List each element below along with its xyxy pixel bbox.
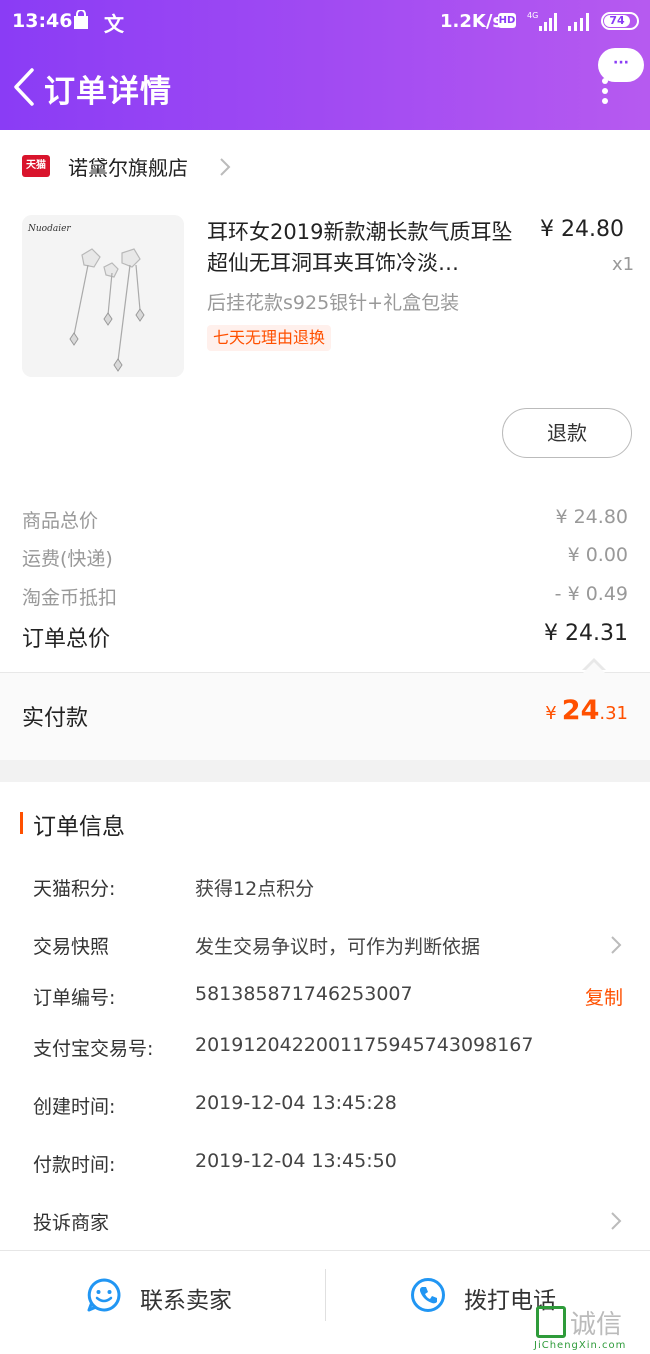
refund-button[interactable]: 退款 [502,408,632,458]
fee-row-order-total: 订单总价 ¥ 24.31 [22,621,628,652]
app-header: 13:46 文 1.2K/s HD 4G 74 订单详情 ··· [0,0,650,130]
contact-seller-label: 联系卖家 [140,1288,232,1314]
signal-icon [568,13,589,31]
product-quantity: x1 [612,254,635,275]
fee-value: ¥ 24.31 [544,621,628,646]
product-price: ¥ 24.80 [540,217,624,242]
paid-decimal: .31 [599,703,628,724]
status-bar: 13:46 文 1.2K/s HD 4G 74 [0,0,650,44]
fee-row-shipping: 运费(快递) ¥ 0.00 [22,544,628,574]
hd-badge: HD [498,13,516,28]
info-value: 获得12点积分 [195,878,315,900]
paid-integer: 24 [561,695,600,726]
info-value: 发生交易争议时，可作为判断依据 [195,936,481,958]
back-arrow-icon[interactable] [10,66,38,108]
chevron-right-icon [611,936,622,954]
watermark-emblem [536,1306,566,1338]
paid-amount: ¥ 24.31 [545,695,628,726]
info-key: 天猫积分: [33,878,116,900]
earring-illustration: Nuodaier [22,215,184,377]
info-key: 交易快照 [33,936,110,958]
watermark-subtext: JiChengXin.com [534,1340,627,1351]
info-key: 订单编号: [33,987,116,1009]
fee-value: ¥ 24.80 [555,506,628,528]
tmall-logo: 天猫 [22,155,50,177]
section-accent-bar [20,812,23,834]
info-row-points: 天猫积分: 获得12点积分 [33,874,633,904]
product-image[interactable]: Nuodaier [22,215,184,377]
info-value: 581385871746253007 [195,983,413,1005]
watermark-logo: 诚信 JiChengXin.com [528,1302,650,1354]
paid-currency: ¥ [545,703,557,724]
return-policy-tag: 七天无理由退换 [207,325,332,351]
info-key: 支付宝交易号: [33,1038,154,1060]
contact-seller-button[interactable]: 联系卖家 [86,1273,266,1321]
chat-bubble-icon [87,1278,121,1312]
info-key: 创建时间: [33,1096,116,1118]
paid-label: 实付款 [22,706,89,731]
callout-notch-inner [583,662,605,673]
shopping-bag-icon [74,10,88,29]
info-value: 2019-12-04 13:45:50 [195,1150,397,1172]
fee-label: 订单总价 [22,627,111,652]
divider [325,1269,326,1321]
info-value: 2019120422001175945743098167 [195,1034,534,1056]
more-menu-icon[interactable] [602,78,612,104]
page-title: 订单详情 [44,74,172,110]
info-row-alipay-number: 支付宝交易号: 2019120422001175945743098167 [33,1034,633,1064]
watermark-text: 诚信 [570,1310,623,1340]
order-info-card: 订单信息 天猫积分: 获得12点积分 交易快照 发生交易争议时，可作为判断依据 … [0,782,650,1252]
info-value: 2019-12-04 13:45:28 [195,1092,397,1114]
signal-4g-icon: 4G [527,11,557,31]
paid-amount-box: 实付款 ¥ 24.31 [0,662,650,760]
info-row-created-time: 创建时间: 2019-12-04 13:45:28 [33,1092,633,1122]
battery-icon: 74 [601,12,639,30]
shop-row[interactable]: 天猫 诺黛尔旗舰店 [22,152,622,182]
fee-value: ¥ 0.00 [567,544,628,566]
section-title: 订单信息 [33,814,125,840]
order-card: 天猫 诺黛尔旗舰店 Nuodaier 耳环女2019新款潮长款气质耳坠超仙无耳洞… [0,130,650,760]
translate-icon: 文 [104,12,124,36]
product-sku: 后挂花款s925银针+礼盒包装 [207,292,460,314]
more-bubble-button[interactable]: ··· [598,48,644,82]
fee-row-goods: 商品总价 ¥ 24.80 [22,506,628,536]
copy-button[interactable]: 复制 [585,983,623,1010]
product-title[interactable]: 耳环女2019新款潮长款气质耳坠超仙无耳洞耳夹耳饰冷淡… [207,217,522,279]
svg-text:Nuodaier: Nuodaier [27,224,71,234]
info-key: 付款时间: [33,1154,116,1176]
info-row-complain[interactable]: 投诉商家 [33,1208,633,1238]
status-time: 13:46 [12,10,73,32]
phone-icon [411,1278,445,1312]
chevron-right-icon [611,1212,622,1230]
battery-level: 74 [604,15,630,27]
fee-label: 淘金币抵扣 [22,587,118,609]
chevron-right-icon [220,158,231,176]
info-row-paid-time: 付款时间: 2019-12-04 13:45:50 [33,1150,633,1180]
fee-label: 运费(快递) [22,548,113,570]
fee-label: 商品总价 [22,510,99,532]
info-row-snapshot[interactable]: 交易快照 发生交易争议时，可作为判断依据 [33,932,633,962]
info-key: 投诉商家 [33,1212,110,1234]
network-speed: 1.2K/s [440,11,504,32]
fee-row-coin-discount: 淘金币抵扣 - ¥ 0.49 [22,583,628,613]
shop-name[interactable]: 诺黛尔旗舰店 [68,152,188,181]
info-row-order-number: 订单编号: 581385871746253007 复制 [33,983,633,1013]
svg-text:4G: 4G [527,11,538,20]
fee-value: - ¥ 0.49 [554,583,628,605]
